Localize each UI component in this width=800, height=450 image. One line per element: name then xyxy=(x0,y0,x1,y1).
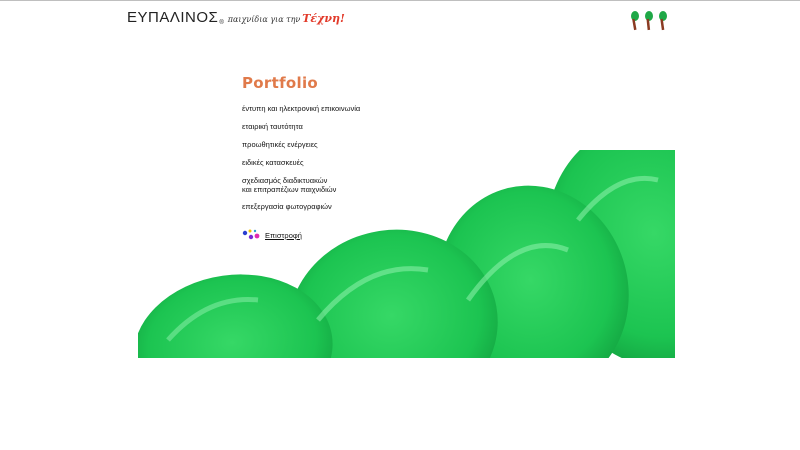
colored-dots-icon xyxy=(242,229,260,240)
trees-icon xyxy=(631,11,667,31)
brand-tagline: παιχνίδια για την xyxy=(227,15,301,24)
top-divider xyxy=(0,0,800,1)
back-link[interactable]: Επιστροφή xyxy=(242,228,302,242)
tree-1 xyxy=(631,11,639,31)
tree-2 xyxy=(645,11,653,31)
tree-3 xyxy=(659,11,667,31)
menu-item-photo-editing[interactable]: επεξεργασία φωτογραφιών xyxy=(242,202,402,211)
brand-accent: Τέχνη! xyxy=(302,12,345,25)
menu-item-promotional-actions[interactable]: προωθητικές ενέργειες xyxy=(242,140,402,149)
registered-mark: ® xyxy=(219,20,224,26)
green-leaves-illustration xyxy=(138,150,675,358)
back-label[interactable]: Επιστροφή xyxy=(265,231,302,240)
page-title: Portfolio xyxy=(242,74,318,92)
brand-logo[interactable]: ΕΥΠΑΛΙΝΟΣ ® παιχνίδια για την Τέχνη! xyxy=(127,6,345,27)
menu-item-game-design[interactable]: σχεδιασμός διαδικτυακών και επιτραπέζιων… xyxy=(242,176,402,194)
menu-item-print-electronic-communication[interactable]: έντυπη και ηλεκτρονική επικοινωνία xyxy=(242,104,402,113)
menu-item-special-constructions[interactable]: ειδικές κατασκευές xyxy=(242,158,402,167)
menu-item-corporate-identity[interactable]: εταιρική ταυτότητα xyxy=(242,122,402,131)
brand-name: ΕΥΠΑΛΙΝΟΣ xyxy=(127,9,219,26)
